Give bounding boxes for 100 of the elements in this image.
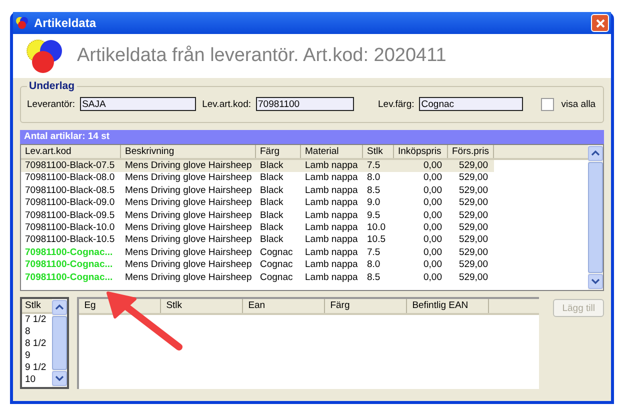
column-header[interactable]: Ean xyxy=(243,299,326,313)
table-cell-text: 0,00 xyxy=(422,234,443,247)
table-cell-text: Mens Driving glove Hairsheep xyxy=(124,222,253,234)
column-header[interactable]: Beskrivning xyxy=(121,145,256,158)
table-cell-text: Mens Driving glove Hairsheep xyxy=(124,197,253,210)
close-icon xyxy=(596,18,604,28)
table-cell-text: Mens Driving glove Hairsheep xyxy=(124,246,253,260)
table-cell-text: 0,00 xyxy=(422,172,443,185)
table-cell-text: 0,00 xyxy=(422,197,443,210)
list-item[interactable]: 8 1/2 xyxy=(22,338,52,350)
balls-icon xyxy=(15,16,29,30)
text-field[interactable]: SAJA xyxy=(80,97,196,111)
column-header[interactable]: Stlk xyxy=(363,145,394,158)
table-cell-text: 70981100-Cognac... xyxy=(24,272,114,284)
scroll-down-button[interactable] xyxy=(588,274,603,289)
table-cell-text: 0,00 xyxy=(422,246,443,260)
table-cell-text: Mens Driving glove Hairsheep xyxy=(124,172,253,185)
table-cell-text: Lamb nappa xyxy=(304,222,359,234)
table-cell-text: 0,00 xyxy=(422,210,443,222)
column-header[interactable]: Färg xyxy=(256,145,301,158)
table-cell-text: 9.5 xyxy=(366,210,382,222)
table-cell-text: Cognac xyxy=(259,259,294,272)
table-cell-text: Black xyxy=(259,210,284,222)
table-cell-text: 10.0 xyxy=(366,222,386,234)
table-cell-text: 70981100-Black-08.0 xyxy=(24,172,116,185)
table-cell-text: 529,00 xyxy=(458,272,489,284)
table-cell-text: Lamb nappa xyxy=(304,197,359,210)
table-cell-text: Lamb nappa xyxy=(304,259,359,272)
table-cell-text: 529,00 xyxy=(458,184,489,198)
scrollbar[interactable] xyxy=(588,145,603,290)
table-cell-text: Lamb nappa xyxy=(304,184,359,198)
list-item[interactable]: 8 xyxy=(22,326,52,338)
group-title: Underlag xyxy=(27,80,77,92)
table-cell: 7.5 xyxy=(363,160,394,172)
text-field[interactable]: 70981100 xyxy=(256,97,354,111)
table-cell-text: 529,00 xyxy=(458,259,489,272)
table-cell-text: 70981100-Black-09.5 xyxy=(24,210,116,222)
dialog-heading: Artikeldata från leverantör. Art.kod: 2020411 xyxy=(77,45,446,67)
close-button[interactable] xyxy=(591,14,609,32)
table-cell-text: Lamb nappa xyxy=(304,210,359,222)
scroll-up-button[interactable] xyxy=(588,146,603,161)
caret-down-icon xyxy=(591,278,600,285)
table-cell-text: Lamb nappa xyxy=(304,246,359,260)
table-cell-text: Mens Driving glove Hairsheep xyxy=(124,210,253,222)
column-header[interactable]: Inköpspris xyxy=(394,145,448,158)
table-cell-text: Black xyxy=(259,222,284,234)
table-cell-text: Mens Driving glove Hairsheep xyxy=(124,184,253,198)
table-cell-text: Mens Driving glove Hairsheep xyxy=(124,259,253,272)
scroll-thumb[interactable] xyxy=(588,162,603,273)
table-cell: Mens Driving glove Hairsheep xyxy=(121,160,256,172)
table-cell-text: Black xyxy=(259,197,284,210)
table-cell-text: 8.5 xyxy=(366,272,382,284)
table-cell: Lamb nappa xyxy=(301,160,363,172)
table-cell-text: 0,00 xyxy=(422,259,443,272)
table-cell-text: 70981100-Black-10.5 xyxy=(24,234,116,247)
list-item[interactable]: 10 xyxy=(22,374,52,386)
table-cell-text: Mens Driving glove Hairsheep xyxy=(124,234,253,247)
balls-logo-icon xyxy=(25,38,65,74)
table-cell-text: 529,00 xyxy=(458,246,489,260)
table-cell-text: 0,00 xyxy=(422,222,443,234)
table-cell-text: 8.0 xyxy=(366,172,382,185)
list-item[interactable]: 9 xyxy=(22,350,52,362)
scroll-down-button[interactable] xyxy=(52,371,68,386)
table-cell-text: 8.0 xyxy=(366,259,382,272)
table-cell-text: Lamb nappa xyxy=(304,172,359,185)
table-cell-text: Cognac xyxy=(259,246,294,260)
table-cell-text: Cognac xyxy=(259,272,294,284)
table-cell-text: 0,00 xyxy=(422,184,443,198)
table-caption: Antal artiklar: 14 st xyxy=(20,130,604,144)
table-cell: 0,00 xyxy=(394,160,448,172)
column-header[interactable]: Stlk xyxy=(22,299,52,314)
scroll-thumb[interactable] xyxy=(52,316,68,370)
caret-up-icon xyxy=(55,304,64,311)
table-cell-text: 529,00 xyxy=(458,197,489,210)
table-cell-text: 529,00 xyxy=(458,210,489,222)
table-cell-text: 70981100-Black-08.5 xyxy=(24,184,116,198)
list-item[interactable]: 9 1/2 xyxy=(22,362,52,374)
column-header[interactable]: Förs.pris xyxy=(448,145,494,158)
table-cell-text: Lamb nappa xyxy=(304,272,359,284)
checkbox[interactable] xyxy=(541,98,554,110)
list-item[interactable]: 7 1/2 xyxy=(22,314,52,326)
table-cell-text: 10.5 xyxy=(366,234,386,247)
table-cell-text: 529,00 xyxy=(458,222,489,234)
table-cell-text: Black xyxy=(259,172,284,185)
table-cell-text: 70981100-Black-10.0 xyxy=(24,222,116,234)
scroll-up-button[interactable] xyxy=(52,300,68,315)
table-cell-text: 7.5 xyxy=(366,246,382,260)
selected-row[interactable]: 70981100-Black-07.5 Mens Driving glove Hairsheep Black Lamb nappa 7.5 0,00 529,00 xyxy=(21,160,588,172)
column-header[interactable]: Lev.art.kod xyxy=(21,145,121,158)
caret-up-icon xyxy=(591,150,600,157)
scrollbar[interactable] xyxy=(52,299,68,387)
text-field[interactable]: Cognac xyxy=(419,97,524,111)
table-cell-text: Lamb nappa xyxy=(304,234,359,247)
table-cell-text: 529,00 xyxy=(458,172,489,185)
window-title: Artikeldata xyxy=(34,16,98,30)
table-cell-text: 70981100-Cognac... xyxy=(24,246,114,260)
column-header[interactable]: Färg xyxy=(325,299,408,313)
column-header[interactable]: Material xyxy=(301,145,363,158)
column-header[interactable]: Befintlig EAN xyxy=(407,299,490,313)
column-header[interactable]: Stlk xyxy=(161,299,244,313)
